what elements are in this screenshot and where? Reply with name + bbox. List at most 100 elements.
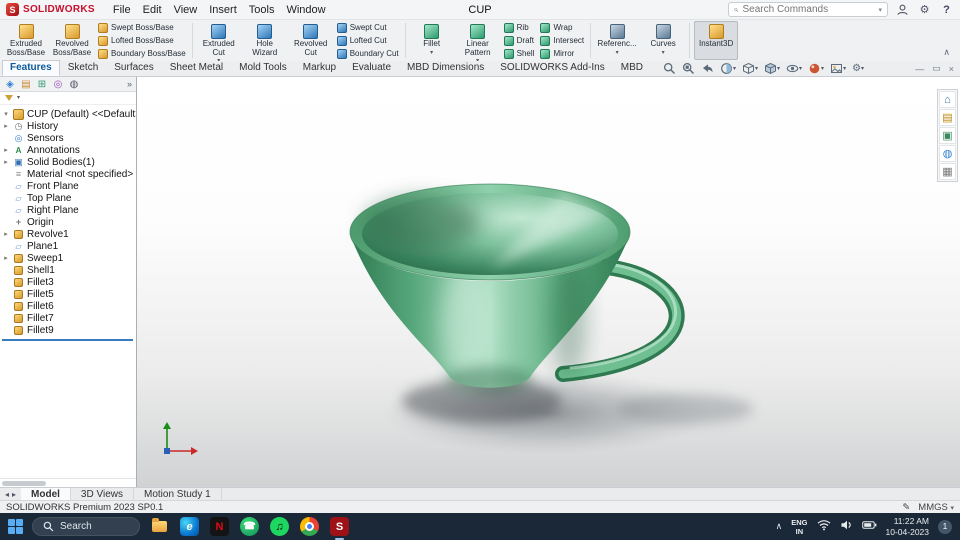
taskbar-chrome[interactable]	[299, 516, 320, 537]
design-library-icon[interactable]: ▤	[939, 109, 956, 126]
expander-icon[interactable]: ▸	[2, 230, 10, 238]
tree-item-front-plane[interactable]: ▱ Front Plane	[2, 180, 136, 192]
configurationmanager-tab-icon[interactable]: ⊞	[36, 79, 48, 90]
expander-icon[interactable]: ▸	[2, 254, 10, 262]
tree-item-material[interactable]: ≡ Material <not specified>	[2, 168, 136, 180]
tree-item-fillet9[interactable]: Fillet9	[2, 324, 136, 336]
tab-sheet-metal[interactable]: Sheet Metal	[162, 60, 231, 76]
graphics-viewport[interactable]: ⌂ ▤ ▣ ◍ ▦	[137, 77, 960, 487]
tree-item-fillet5[interactable]: Fillet5	[2, 288, 136, 300]
tree-item-shell1[interactable]: Shell1	[2, 264, 136, 276]
menu-edit[interactable]: Edit	[137, 2, 168, 18]
filter-dropdown-icon[interactable]: ▾	[17, 95, 20, 101]
previous-view-icon[interactable]	[701, 62, 714, 75]
tab-evaluate[interactable]: Evaluate	[344, 60, 399, 76]
boundary-cut-button[interactable]: Boundary Cut	[335, 48, 401, 60]
featuremanager-tab-icon[interactable]: ◈	[4, 79, 16, 90]
draft-button[interactable]: Draft	[502, 35, 537, 47]
taskbar-search[interactable]: Search	[32, 517, 140, 536]
tab-mbd[interactable]: MBD	[613, 60, 651, 76]
tree-item-history[interactable]: ▸ ◷ History	[2, 120, 136, 132]
settings-gear-icon[interactable]: ⚙	[917, 2, 932, 17]
ribbon-collapse-icon[interactable]: ∧	[937, 47, 956, 60]
view-orientation-icon[interactable]: ▾	[742, 62, 758, 75]
menu-view[interactable]: View	[168, 2, 204, 18]
tab-markup[interactable]: Markup	[295, 60, 344, 76]
notification-badge[interactable]: 1	[938, 519, 952, 534]
filter-funnel-icon[interactable]	[5, 95, 13, 101]
menu-file[interactable]: File	[107, 2, 137, 18]
dimxpertmanager-tab-icon[interactable]: ◎	[52, 79, 64, 90]
file-explorer-pane-icon[interactable]: ▣	[939, 127, 956, 144]
help-icon[interactable]: ?	[939, 2, 954, 17]
section-view-icon[interactable]: ▾	[720, 62, 736, 75]
revolved-cut-button[interactable]: Revolved Cut	[289, 21, 333, 60]
tab-surfaces[interactable]: Surfaces	[106, 60, 161, 76]
lofted-boss-button[interactable]: Lofted Boss/Base	[96, 35, 188, 47]
edit-appearance-icon[interactable]: ▾	[808, 62, 824, 75]
tab-solidworks-addins[interactable]: SOLIDWORKS Add-Ins	[492, 60, 612, 76]
expander-icon[interactable]: ▸	[2, 158, 10, 166]
doc-restore-icon[interactable]: ▭	[932, 63, 941, 74]
extruded-cut-button[interactable]: Extruded Cut ▾	[197, 21, 241, 64]
tree-item-right-plane[interactable]: ▱ Right Plane	[2, 204, 136, 216]
user-account-icon[interactable]	[895, 2, 910, 17]
menu-tools[interactable]: Tools	[243, 2, 281, 18]
cup-3d-model[interactable]	[137, 77, 960, 487]
menu-window[interactable]: Window	[280, 2, 331, 18]
doc-close-icon[interactable]: ×	[949, 64, 954, 74]
tree-item-top-plane[interactable]: ▱ Top Plane	[2, 192, 136, 204]
dropdown-icon[interactable]: ▾	[430, 50, 433, 56]
tree-horizontal-scrollbar[interactable]	[0, 478, 136, 487]
expander-icon[interactable]: ▸	[2, 146, 10, 154]
tree-item-plane1[interactable]: ▱ Plane1	[2, 240, 136, 252]
swept-cut-button[interactable]: Swept Cut	[335, 22, 401, 34]
rollback-bar[interactable]	[2, 339, 133, 341]
clock[interactable]: 11:22 AM 10-04-2023	[886, 516, 929, 537]
command-search-input[interactable]	[742, 4, 875, 15]
tab-scroll-right-icon[interactable]: ▸	[12, 490, 16, 499]
tree-item-solid-bodies[interactable]: ▸ ▣ Solid Bodies(1)	[2, 156, 136, 168]
taskbar-solidworks[interactable]: S	[329, 516, 350, 540]
search-dropdown-icon[interactable]: ▾	[878, 6, 882, 14]
revolved-boss-button[interactable]: Revolved Boss/Base	[50, 21, 94, 60]
taskbar-file-explorer[interactable]	[149, 516, 170, 537]
propertymanager-tab-icon[interactable]: ▤	[20, 79, 32, 90]
curves-button[interactable]: Curves ▾	[641, 21, 685, 60]
tree-item-sweep1[interactable]: ▸ Sweep1	[2, 252, 136, 264]
tree-item-fillet6[interactable]: Fillet6	[2, 300, 136, 312]
linear-pattern-button[interactable]: Linear Pattern ▾	[456, 21, 500, 64]
wifi-icon[interactable]	[817, 519, 831, 534]
wrap-button[interactable]: Wrap	[538, 22, 586, 34]
panel-expand-icon[interactable]: »	[127, 79, 132, 89]
units-selector[interactable]: MMGS ▾	[918, 502, 954, 513]
taskbar-spotify[interactable]: ♫	[269, 516, 290, 537]
zoom-area-icon[interactable]	[682, 62, 695, 75]
view-settings-icon[interactable]: ⚙ ▾	[852, 63, 864, 74]
tab-mbd-dimensions[interactable]: MBD Dimensions	[399, 60, 492, 76]
language-indicator[interactable]: ENG IN	[791, 518, 807, 536]
tree-item-origin[interactable]: + Origin	[2, 216, 136, 228]
mirror-button[interactable]: Mirror	[538, 48, 586, 60]
doc-minimize-icon[interactable]: —	[915, 64, 924, 74]
instant3d-button[interactable]: Instant3D	[694, 21, 739, 60]
custom-properties-icon[interactable]: ▦	[939, 163, 956, 180]
tree-item-sensors[interactable]: ◎ Sensors	[2, 132, 136, 144]
battery-icon[interactable]	[861, 519, 877, 534]
scrollbar-thumb[interactable]	[2, 480, 46, 486]
menu-insert[interactable]: Insert	[203, 2, 243, 18]
dropdown-icon[interactable]: ▾	[662, 50, 665, 56]
taskbar-edge[interactable]: e	[179, 516, 200, 537]
tree-item-annotations[interactable]: ▸ A Annotations	[2, 144, 136, 156]
tab-motion-study[interactable]: Motion Study 1	[134, 488, 222, 500]
view-palette-icon[interactable]: ◍	[939, 145, 956, 162]
taskbar-netflix[interactable]: N	[209, 516, 230, 537]
start-button[interactable]	[8, 519, 23, 534]
tray-expand-icon[interactable]: ∧	[776, 521, 783, 532]
command-search[interactable]: ▾	[728, 2, 888, 17]
tree-item-fillet7[interactable]: Fillet7	[2, 312, 136, 324]
tab-mold-tools[interactable]: Mold Tools	[231, 60, 295, 76]
shell-button[interactable]: Shell	[502, 48, 537, 60]
resources-home-icon[interactable]: ⌂	[939, 91, 956, 108]
boundary-boss-button[interactable]: Boundary Boss/Base	[96, 48, 188, 60]
